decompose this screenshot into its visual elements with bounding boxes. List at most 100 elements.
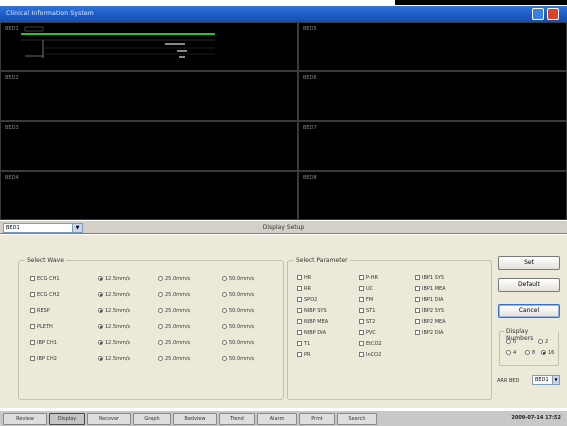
wave-checkbox[interactable]: RESP: [30, 308, 50, 314]
speed-radio[interactable]: 25.0mm/s: [158, 340, 190, 346]
display-number-radio[interactable]: 0: [506, 339, 516, 345]
wave-checkbox[interactable]: PLETH: [30, 324, 53, 330]
arr-bed-label: ARR BED: [497, 378, 520, 384]
param-checkbox[interactable]: T1: [297, 341, 310, 347]
speed-radio[interactable]: 25.0mm/s: [158, 292, 190, 298]
minimize-button[interactable]: [532, 8, 544, 20]
arr-bed-value: BED1: [535, 377, 549, 383]
speed-radio[interactable]: 50.0mm/s: [222, 276, 254, 282]
select-parameter-label: Select Parameter: [294, 257, 350, 264]
speed-radio[interactable]: 50.0mm/s: [222, 340, 254, 346]
monitor-cell-bed3[interactable]: BED3: [0, 121, 298, 171]
display-number-radio[interactable]: 8: [525, 350, 535, 356]
param-checkbox[interactable]: EtCO2: [359, 341, 382, 347]
speed-radio[interactable]: 25.0mm/s: [158, 324, 190, 330]
param-checkbox[interactable]: FM: [359, 297, 373, 303]
monitor-cell-bed2[interactable]: BED2: [0, 71, 298, 121]
wave-checkbox[interactable]: ECG CH1: [30, 276, 60, 282]
tab-bedview[interactable]: Bedview: [173, 413, 217, 425]
param-checkbox[interactable]: IBP1 MEA: [415, 286, 446, 292]
bed-select[interactable]: BED1 ▼: [3, 223, 83, 233]
tab-display[interactable]: Display: [49, 413, 85, 425]
speed-radio[interactable]: 12.5mm/s: [98, 340, 130, 346]
display-numbers-group: Display Numbers 0 2 4 8 16: [499, 328, 559, 366]
param-checkbox[interactable]: PVC: [359, 330, 376, 336]
monitor-cell-bed1[interactable]: BED1: [0, 22, 298, 71]
monitor-cell-bed4[interactable]: BED4: [0, 171, 298, 220]
bed-label: BED3: [5, 125, 19, 131]
param-checkbox[interactable]: NIBP SYS: [297, 308, 327, 314]
speed-radio[interactable]: 12.5mm/s: [98, 292, 130, 298]
tab-print[interactable]: Print: [299, 413, 335, 425]
wave-checkbox[interactable]: IBP CH1: [30, 340, 57, 346]
param-checkbox[interactable]: IBP2 SYS: [415, 308, 444, 314]
display-number-radio[interactable]: 16: [541, 350, 554, 356]
param-checkbox[interactable]: PR: [297, 352, 311, 358]
bed-label: BED1: [5, 26, 19, 32]
display-setup-panel: Select Wave Select Parameter ECG CH1 12.…: [0, 235, 567, 408]
chevron-down-icon[interactable]: ▼: [552, 376, 559, 384]
bed-label: BED7: [303, 125, 317, 131]
title-bar: Clinical Information System: [0, 6, 567, 22]
monitor-cell-bed6[interactable]: BED6: [298, 71, 567, 121]
speed-radio[interactable]: 50.0mm/s: [222, 292, 254, 298]
param-checkbox[interactable]: IBP1 SYS: [415, 275, 444, 281]
bed1-waveform: [21, 26, 215, 58]
tab-trend[interactable]: Trend: [219, 413, 255, 425]
tab-graph[interactable]: Graph: [133, 413, 171, 425]
wave-checkbox[interactable]: IBP CH2: [30, 356, 57, 362]
cancel-button[interactable]: Cancel: [498, 304, 560, 318]
window-title: Clinical Information System: [6, 10, 94, 17]
param-checkbox[interactable]: HR: [297, 275, 311, 281]
bed-label: BED2: [5, 75, 19, 81]
display-number-radio[interactable]: 4: [506, 350, 516, 356]
param-checkbox[interactable]: UC: [359, 286, 373, 292]
param-checkbox[interactable]: IBP2 MEA: [415, 319, 446, 325]
tab-alarm[interactable]: Alarm: [257, 413, 297, 425]
speed-radio[interactable]: 12.5mm/s: [98, 308, 130, 314]
speed-radio[interactable]: 50.0mm/s: [222, 324, 254, 330]
param-checkbox[interactable]: ST1: [359, 308, 375, 314]
close-button[interactable]: [547, 8, 559, 20]
display-number-radio[interactable]: 2: [538, 339, 548, 345]
top-black-bar: [395, 0, 567, 5]
speed-radio[interactable]: 50.0mm/s: [222, 356, 254, 362]
param-checkbox[interactable]: P-HR: [359, 275, 378, 281]
arr-bed-select[interactable]: BED1 ▼: [532, 375, 560, 385]
param-checkbox[interactable]: IBP1 DIA: [415, 297, 443, 303]
set-button[interactable]: Set: [498, 256, 560, 270]
tab-review[interactable]: Review: [3, 413, 47, 425]
speed-radio[interactable]: 50.0mm/s: [222, 308, 254, 314]
speed-radio[interactable]: 25.0mm/s: [158, 308, 190, 314]
monitor-cell-bed8[interactable]: BED8: [298, 171, 567, 220]
app-window: Clinical Information System BED1 BED2 BE…: [0, 0, 567, 426]
chevron-down-icon[interactable]: ▼: [72, 224, 82, 232]
default-button[interactable]: Default: [498, 278, 560, 292]
param-checkbox[interactable]: NIBP MEA: [297, 319, 328, 325]
tab-recover[interactable]: Recover: [87, 413, 131, 425]
bed-label: BED5: [303, 26, 317, 32]
monitor-cell-bed7[interactable]: BED7: [298, 121, 567, 171]
param-checkbox[interactable]: IBP2 DIA: [415, 330, 443, 336]
param-checkbox[interactable]: SPO2: [297, 297, 317, 303]
param-checkbox[interactable]: NIBP DIA: [297, 330, 326, 336]
bed-label: BED8: [303, 175, 317, 181]
speed-radio[interactable]: 25.0mm/s: [158, 356, 190, 362]
bed-label: BED4: [5, 175, 19, 181]
speed-radio[interactable]: 25.0mm/s: [158, 276, 190, 282]
speed-radio[interactable]: 12.5mm/s: [98, 356, 130, 362]
monitor-grid: BED1 BED2 BED3 BED4 BED5 BED6 BED7 BED8: [0, 22, 567, 220]
select-wave-label: Select Wave: [25, 257, 66, 264]
control-bar: Display Setup BED1 ▼: [0, 220, 567, 234]
param-checkbox[interactable]: ST2: [359, 319, 375, 325]
param-checkbox[interactable]: RR: [297, 286, 311, 292]
wave-checkbox[interactable]: ECG CH2: [30, 292, 60, 298]
bottom-tab-bar: Review Display Recover Graph Bedview Tre…: [0, 410, 567, 426]
panel-title: Display Setup: [262, 224, 305, 231]
tab-search[interactable]: Search: [337, 413, 377, 425]
monitor-cell-bed5[interactable]: BED5: [298, 22, 567, 71]
speed-radio[interactable]: 12.5mm/s: [98, 276, 130, 282]
speed-radio[interactable]: 12.5mm/s: [98, 324, 130, 330]
clock: 2009-07-14 17:52: [511, 415, 561, 421]
param-checkbox[interactable]: InCO2: [359, 352, 381, 358]
